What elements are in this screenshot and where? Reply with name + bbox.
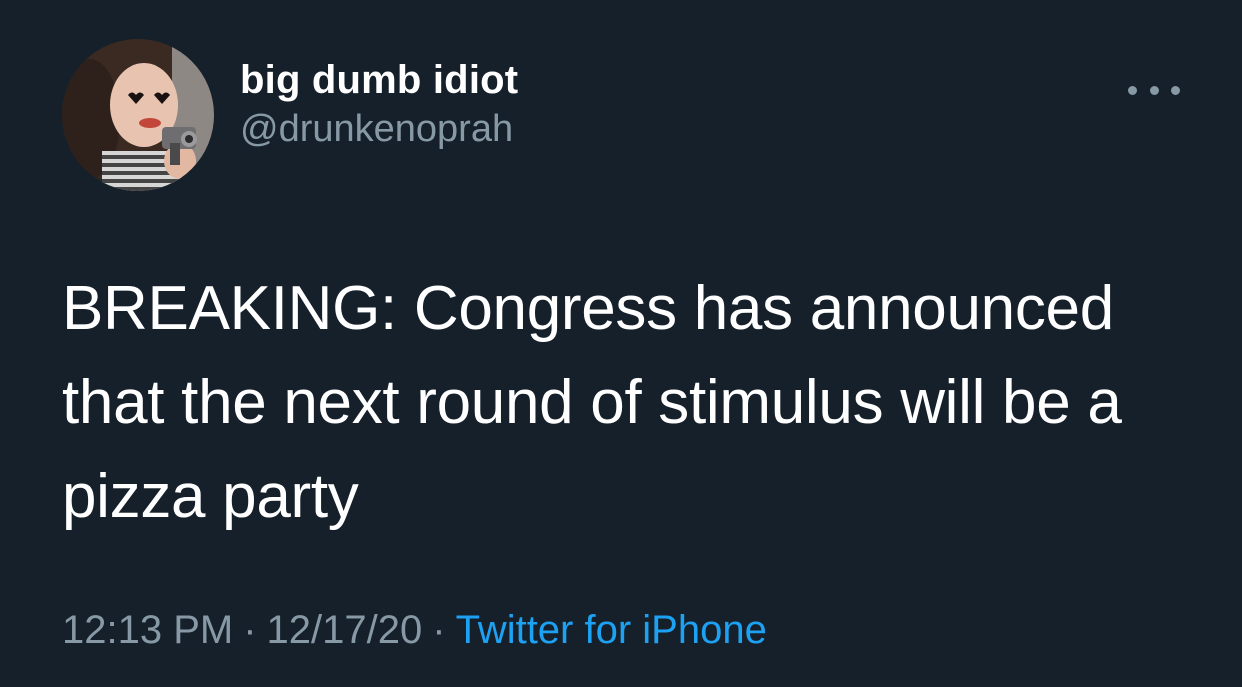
author-names: big dumb idiot @drunkenoprah xyxy=(240,56,518,154)
meta-separator: · xyxy=(243,608,257,652)
tweet-source-link[interactable]: Twitter for iPhone xyxy=(456,608,767,652)
tweet-meta: 12:13 PM · 12/17/20 · Twitter for iPhone xyxy=(62,604,767,656)
user-handle[interactable]: @drunkenoprah xyxy=(240,104,518,154)
dot xyxy=(1149,85,1159,95)
tweet-date[interactable]: 12/17/20 xyxy=(267,608,423,652)
tweet-header: big dumb idiot @drunkenoprah xyxy=(62,38,518,192)
avatar[interactable] xyxy=(62,39,214,191)
more-options-icon[interactable] xyxy=(1128,78,1180,102)
avatar-photo-icon xyxy=(62,39,214,191)
tweet-time[interactable]: 12:13 PM xyxy=(62,608,233,652)
tweet-card: big dumb idiot @drunkenoprah BREAKING: C… xyxy=(0,0,1242,687)
tweet-text: BREAKING: Congress has announced that th… xyxy=(62,274,1122,531)
dot xyxy=(1128,85,1137,95)
dot xyxy=(1171,85,1180,95)
meta-separator: · xyxy=(432,608,446,652)
display-name[interactable]: big dumb idiot xyxy=(240,56,518,104)
